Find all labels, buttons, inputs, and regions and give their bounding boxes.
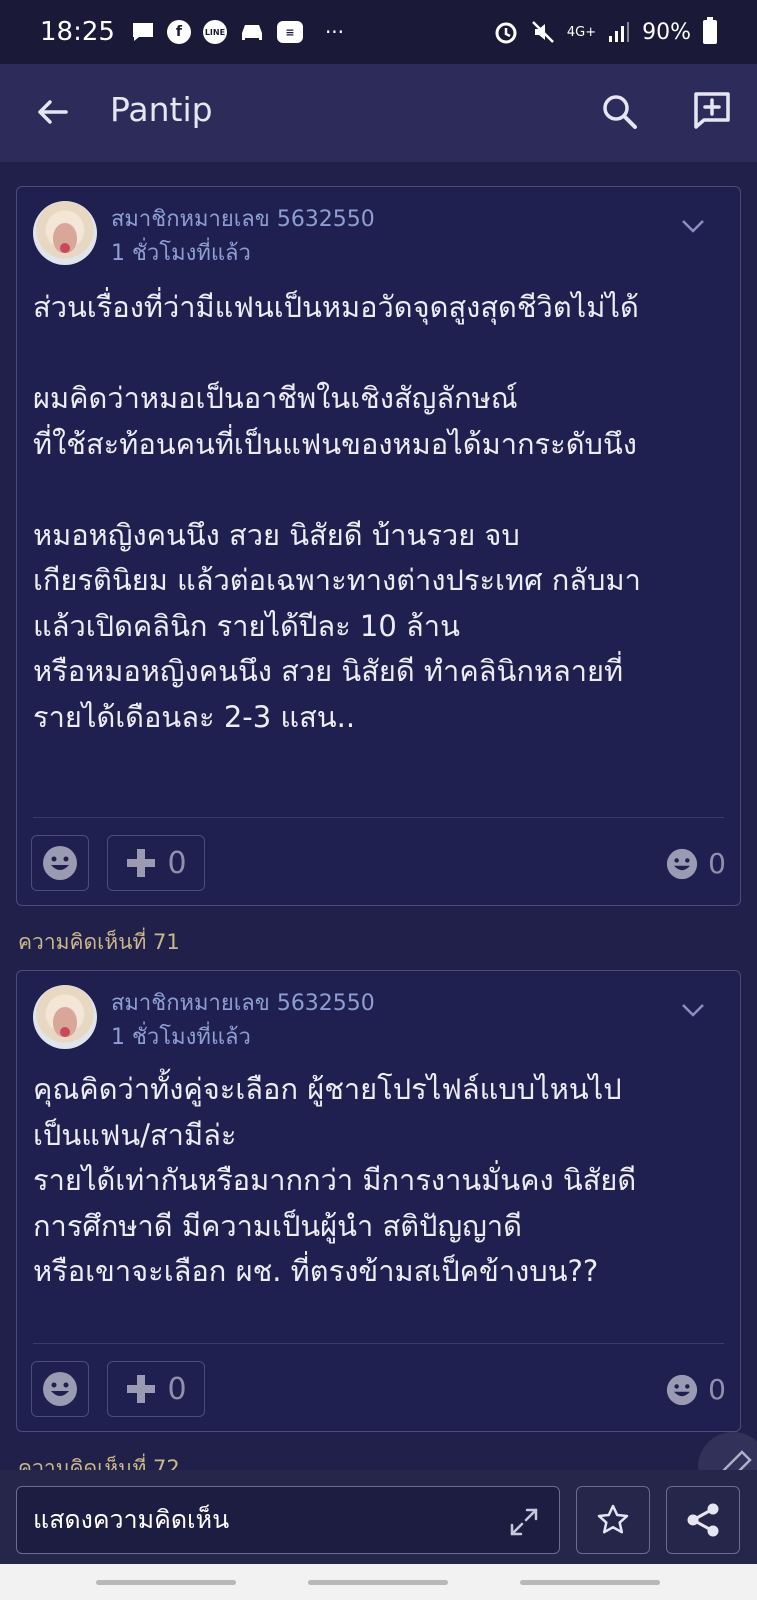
- expand-icon[interactable]: [509, 1507, 539, 1537]
- emoji-count: 0: [666, 847, 726, 880]
- plus-icon: [127, 1375, 156, 1403]
- message-icon: [132, 23, 153, 41]
- emoji-icon: [43, 846, 77, 880]
- share-icon: [687, 1503, 719, 1537]
- emoji-icon: [667, 1374, 698, 1405]
- divider: [33, 817, 724, 818]
- comment-card: สมาชิกหมายเลข 5632550 1 ชั่วโมงที่แล้ว ส…: [16, 186, 741, 906]
- app-notification-icon: ≡: [276, 21, 303, 43]
- chevron-down-icon[interactable]: [680, 217, 706, 235]
- status-bar: 18:25 f LINE ≡ ··· 4G+ 90%: [0, 0, 757, 64]
- system-navigation-bar: [0, 1564, 757, 1600]
- mute-icon: [531, 21, 554, 43]
- favorite-button[interactable]: [576, 1486, 650, 1554]
- bottom-action-bar: แสดงความคิดเห็น: [0, 1470, 757, 1564]
- search-icon[interactable]: [598, 90, 642, 134]
- chevron-down-icon[interactable]: [680, 1001, 706, 1019]
- nav-home-handle[interactable]: [308, 1580, 448, 1585]
- comment-number-label: ความคิดเห็นที่ 72: [18, 1456, 180, 1470]
- comment-input-placeholder: แสดงความคิดเห็น: [33, 1505, 230, 1534]
- nav-back-handle[interactable]: [520, 1580, 660, 1585]
- plus-vote-button[interactable]: 0: [107, 1361, 205, 1417]
- comment-input[interactable]: แสดงความคิดเห็น: [16, 1486, 560, 1554]
- avatar[interactable]: [33, 201, 97, 265]
- plus-icon: [127, 849, 156, 877]
- member-name[interactable]: สมาชิกหมายเลข 5632550: [111, 201, 375, 236]
- comment-time: 1 ชั่วโมงที่แล้ว: [111, 241, 251, 266]
- comment-card: สมาชิกหมายเลข 5632550 1 ชั่วโมงที่แล้ว ค…: [16, 970, 741, 1432]
- comment-body: ส่วนเรื่องที่ว่ามีแฟนเป็นหมอวัดจุดสูงสุด…: [33, 290, 641, 734]
- car-icon: [241, 25, 262, 40]
- facebook-icon: f: [166, 20, 191, 44]
- comment-number-label: ความคิดเห็นที่ 71: [18, 930, 180, 954]
- emoji-icon: [43, 1372, 77, 1406]
- signal-icon: [609, 22, 630, 42]
- comment-body: คุณคิดว่าทั้งคู่จะเลือก ผู้ชายโปรไฟล์แบบ…: [33, 1072, 637, 1288]
- plus-count: 0: [167, 1371, 187, 1407]
- share-button[interactable]: [666, 1486, 740, 1554]
- member-name[interactable]: สมาชิกหมายเลข 5632550: [111, 985, 375, 1020]
- network-type: 4G+: [566, 24, 597, 40]
- system-icons: 4G+ 90%: [493, 17, 717, 45]
- battery-percent: 90%: [642, 19, 691, 45]
- nav-recents-handle[interactable]: [96, 1580, 236, 1585]
- emoji-reaction-button[interactable]: [31, 1361, 89, 1417]
- plus-vote-button[interactable]: 0: [107, 835, 205, 891]
- emoji-count-value: 0: [708, 1373, 726, 1406]
- comment-time: 1 ชั่วโมงที่แล้ว: [111, 1025, 251, 1050]
- back-arrow-icon[interactable]: [30, 90, 74, 134]
- status-time: 18:25: [40, 17, 115, 47]
- plus-count: 0: [167, 845, 187, 881]
- emoji-icon: [667, 848, 698, 879]
- app-bar: Pantip: [0, 64, 757, 162]
- emoji-count-value: 0: [708, 847, 726, 880]
- battery-icon: [703, 17, 717, 44]
- divider: [33, 1343, 724, 1344]
- star-icon: [597, 1504, 629, 1534]
- alarm-icon: [495, 22, 517, 44]
- emoji-count: 0: [666, 1373, 726, 1406]
- notification-icons: f LINE ≡ ···: [131, 20, 344, 44]
- emoji-reaction-button[interactable]: [31, 835, 89, 891]
- compose-icon[interactable]: [690, 88, 734, 132]
- page-title: Pantip: [110, 90, 213, 129]
- more-notifications-icon: ···: [324, 20, 345, 44]
- line-icon: LINE: [202, 20, 227, 44]
- avatar[interactable]: [33, 985, 97, 1049]
